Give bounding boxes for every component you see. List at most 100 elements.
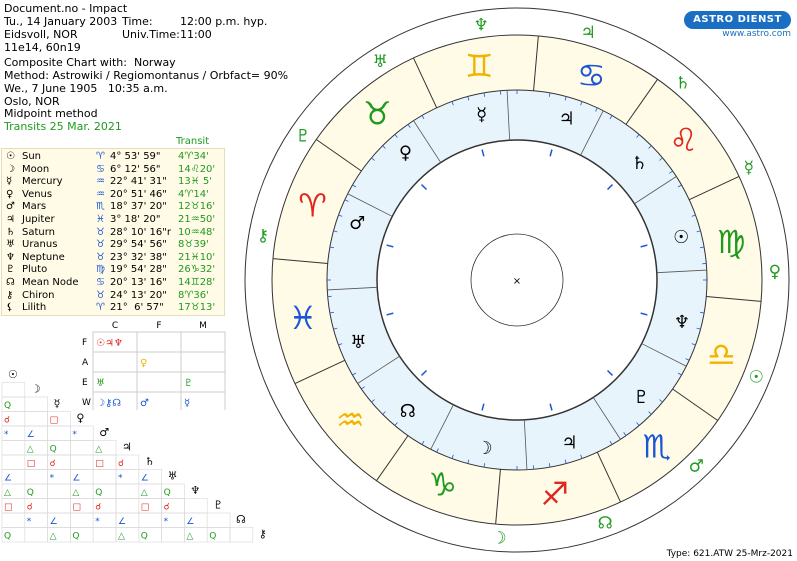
planet-name: Mean Node (22, 277, 79, 288)
planet-name: Lilith (22, 302, 47, 314)
aspect-symbol: ∠ (50, 517, 58, 527)
transit-planet-glyph: ♂ (689, 457, 704, 477)
transit-planet-glyph: ♃ (580, 23, 595, 43)
planet-row: ⚸ Lilith ♈ 21° 6' 57" 17♉13' (2, 302, 226, 315)
planet-sign: ♉ (96, 251, 105, 263)
aspect-row-glyph: ♀ (76, 412, 84, 425)
aspect-cell (115, 498, 140, 514)
planet-position: 20° 51' 46" (110, 188, 167, 200)
transit-planet-glyph: ☉ (749, 368, 764, 388)
planet-name: Jupiter (22, 214, 55, 225)
header-ut-label: Univ.Time: (122, 28, 180, 41)
zodiac-sign-glyph: ♎ (707, 335, 736, 373)
planet-glyph: ☿ (6, 176, 13, 188)
planet-glyph: ♅ (6, 239, 15, 251)
planet-name: Mercury (22, 176, 63, 188)
chart-wheel: × ♈ ♉ ♊ ♋ ♌ ♍ ♎ ♏ ♐ ♑ ♒ ♓ ⚷ ♇ ♅ ♆ ♃ ♄ ☿ ♀ ☉ ♂ ☊ ☽ ♂ ♀ ☿ ♃ ♄ ☉ ♆ ♇ ♃ ☽ ☊ ♅ (244, 7, 790, 553)
aspect-row-glyph: ♅ (168, 470, 178, 483)
header-time-label: Time: (122, 15, 153, 28)
planet-glyph: ☉ (673, 227, 689, 248)
aspect-cell (115, 483, 140, 499)
planet-transit: 10♒48' (178, 226, 216, 238)
zodiac-sign-glyph: ♓ (288, 299, 317, 337)
zodiac-sign-glyph: ♋ (577, 57, 606, 95)
aspect-symbol: △ (50, 532, 57, 542)
element-cell-glyphs: ☉♃♆ (96, 338, 123, 349)
element-cell (136, 331, 182, 353)
planet-row: ♂ Mars ♏ 18° 37' 20" 12♉16' (2, 201, 226, 214)
planet-transit: 17♉13' (178, 302, 216, 314)
aspect-row-glyph: ♇ (213, 499, 223, 512)
header-place: Eidsvoll, NOR (4, 28, 78, 41)
planet-sign: ♉ (96, 226, 105, 238)
element-col-label: C (112, 321, 118, 331)
zodiac-sign-glyph: ♌ (669, 121, 698, 159)
planet-name: Mars (22, 201, 47, 213)
planet-position: 22° 41' 31" (110, 176, 167, 188)
aspect-symbol: Q (72, 532, 79, 542)
planet-name: Chiron (22, 289, 55, 301)
aspect-symbol: □ (4, 503, 13, 513)
transit-planet-glyph: ♆ (473, 16, 488, 36)
planet-sign: ♋ (96, 277, 105, 288)
aspect-symbol: ∠ (27, 430, 35, 440)
aspect-symbol: ∠ (118, 517, 126, 527)
chart-type-footer: Type: 621.ATW 25-Mrz-2021 (666, 549, 793, 559)
planet-name: Saturn (22, 226, 56, 238)
aspect-row-glyph: ☿ (54, 397, 61, 410)
planet-row: ♇ Pluto ♍ 19° 54' 28" 26♑32' (2, 264, 226, 277)
transit-planet-glyph: ♀ (769, 262, 781, 282)
aspect-cell (138, 512, 162, 528)
aspect-cell (47, 483, 71, 499)
aspect-symbol: △ (95, 445, 102, 455)
planet-transit: 14♌20' (178, 163, 216, 175)
planet-sign: ♉ (96, 239, 105, 251)
planet-position: 6° 12' 56" (110, 163, 161, 175)
aspect-row-glyph: ♂ (99, 426, 109, 439)
aspect-cell (47, 425, 71, 441)
header-midpoint: Midpoint method (4, 107, 98, 120)
planet-glyph: ♃ (559, 108, 575, 129)
aspect-cell (24, 527, 48, 543)
aspect-row-glyph: ♃ (122, 441, 132, 454)
planet-position: 19° 54' 28" (110, 264, 167, 276)
aspect-symbol: ☌ (118, 459, 124, 469)
planet-name: Venus (22, 188, 53, 200)
header-ut-value: 11:00 (180, 28, 212, 41)
planet-glyph: ☽ (6, 163, 15, 175)
aspect-cell (24, 469, 48, 485)
aspect-cell (1, 454, 26, 470)
planet-glyph: ♃ (6, 214, 15, 225)
planet-glyph: ♆ (6, 251, 15, 263)
planet-glyph: ☿ (476, 105, 487, 126)
transit-planet-glyph: ♅ (373, 52, 388, 72)
planet-position: 29° 54' 56" (110, 239, 167, 251)
zodiac-sign-glyph: ♒ (336, 401, 365, 439)
planet-position: 21° 6' 57" (110, 302, 164, 314)
planet-glyph: ♀ (6, 188, 14, 200)
planet-name: Uranus (22, 239, 58, 251)
center-mark: × (513, 276, 521, 287)
planet-position: 23° 32' 38" (110, 251, 167, 263)
planet-glyph: ♄ (6, 226, 15, 238)
planet-row: ☽ Moon ♋ 6° 12' 56" 14♌20' (2, 164, 226, 177)
element-col-label: F (156, 321, 161, 331)
planet-position: 18° 37' 20" (110, 201, 167, 213)
planet-name: Pluto (22, 264, 48, 276)
header-composite: Composite Chart with: Norway (4, 56, 176, 69)
aspect-symbol: □ (95, 459, 104, 469)
zodiac-sign-glyph: ♊ (465, 47, 494, 85)
aspect-symbol: △ (27, 445, 34, 455)
aspect-symbol: ☌ (4, 416, 10, 426)
transit-planet-glyph: ♄ (675, 73, 690, 93)
aspect-symbol: * (72, 430, 77, 440)
transit-planet-glyph: ☿ (744, 158, 754, 178)
transit-column-header: Transit (176, 136, 210, 147)
aspect-symbol: △ (118, 532, 125, 542)
transit-planet-glyph: ♇ (295, 127, 310, 147)
planet-sign: ♋ (96, 163, 105, 175)
planet-glyph: ⚸ (6, 302, 14, 314)
aspect-symbol: * (95, 517, 100, 527)
planet-glyph: ☉ (6, 151, 15, 162)
planet-transit: 21♒50' (178, 214, 216, 225)
